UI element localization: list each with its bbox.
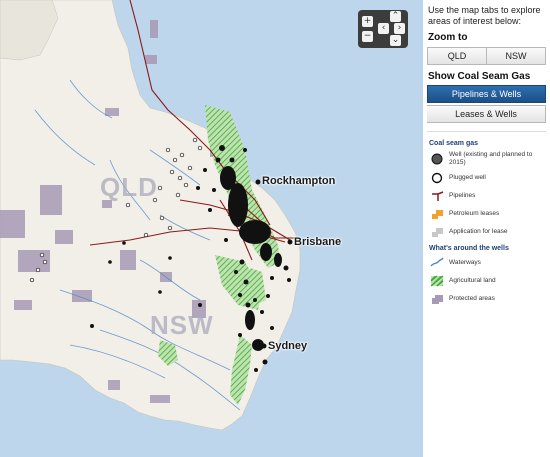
plugged-well-icon [429,171,445,185]
legend-item-well: Well (existing and planned to 2015) [429,151,546,167]
legend-label-waterways: Waterways [449,259,481,266]
leases-wells-button[interactable]: Leases & Wells [427,105,546,123]
legend-label-plugged-well: Plugged well [449,174,486,181]
petroleum-lease-icon [429,207,445,221]
waterway-icon [429,256,445,270]
zoom-out-button[interactable]: − [362,31,373,42]
legend-label-application-lease: Application for lease [449,228,508,235]
pipeline-icon [429,189,445,203]
intro-text: Use the map tabs to explore areas of int… [428,5,541,26]
city-label-rockhampton: Rockhampton [262,175,336,187]
legend-label-well: Well (existing and planned to 2015) [449,151,533,166]
legend-item-agricultural: Agricultural land [429,274,546,288]
zoom-to-buttons: QLD NSW [427,47,546,65]
legend-heading-around: What's around the wells [429,245,509,252]
legend-item-waterways: Waterways [429,256,546,270]
pan-right-button[interactable]: › [394,23,405,34]
pan-left-button[interactable]: ‹ [378,23,389,34]
city-label-sydney: Sydney [268,340,308,352]
pan-down-button[interactable]: ⌄ [390,35,401,46]
well-icon [429,152,445,166]
protected-area-icon [429,292,445,306]
legend-item-application-lease: Application for lease [429,225,546,239]
agricultural-icon [429,274,445,288]
legend-label-agricultural: Agricultural land [449,277,496,284]
city-label-brisbane: Brisbane [294,236,342,248]
show-csg-buttons: Pipelines & Wells Leases & Wells [427,85,546,123]
zoom-to-title: Zoom to [428,32,468,43]
application-lease-icon [429,225,445,239]
zoom-in-button[interactable]: + [362,16,373,27]
pan-up-button[interactable]: ⌃ [390,11,401,22]
state-label-qld: QLD [100,172,158,202]
map-view[interactable]: QLD NSW Rockhampton Brisbane Sydney + − … [0,0,423,457]
legend-label-petroleum-leases: Petroleum leases [449,210,500,217]
map-canvas [0,0,423,457]
map-legend: Coal seam gas Well (existing and planned… [427,131,546,306]
legend-item-protected: Protected areas [429,292,546,306]
legend-item-petroleum-leases: Petroleum leases [429,207,546,221]
show-csg-title: Show Coal Seam Gas [428,71,531,82]
map-zoom-control: + − ⌃ ‹ › ⌄ [358,10,408,48]
zoom-nsw-button[interactable]: NSW [487,47,546,65]
pipelines-wells-button[interactable]: Pipelines & Wells [427,85,546,103]
legend-item-pipelines: Pipelines [429,189,546,203]
state-label-nsw: NSW [150,310,214,340]
zoom-qld-button[interactable]: QLD [427,47,487,65]
legend-item-plugged-well: Plugged well [429,171,546,185]
legend-label-pipelines: Pipelines [449,192,476,199]
side-panel: Use the map tabs to explore areas of int… [423,0,550,457]
legend-label-protected: Protected areas [449,295,495,302]
legend-heading-csg: Coal seam gas [429,140,479,147]
